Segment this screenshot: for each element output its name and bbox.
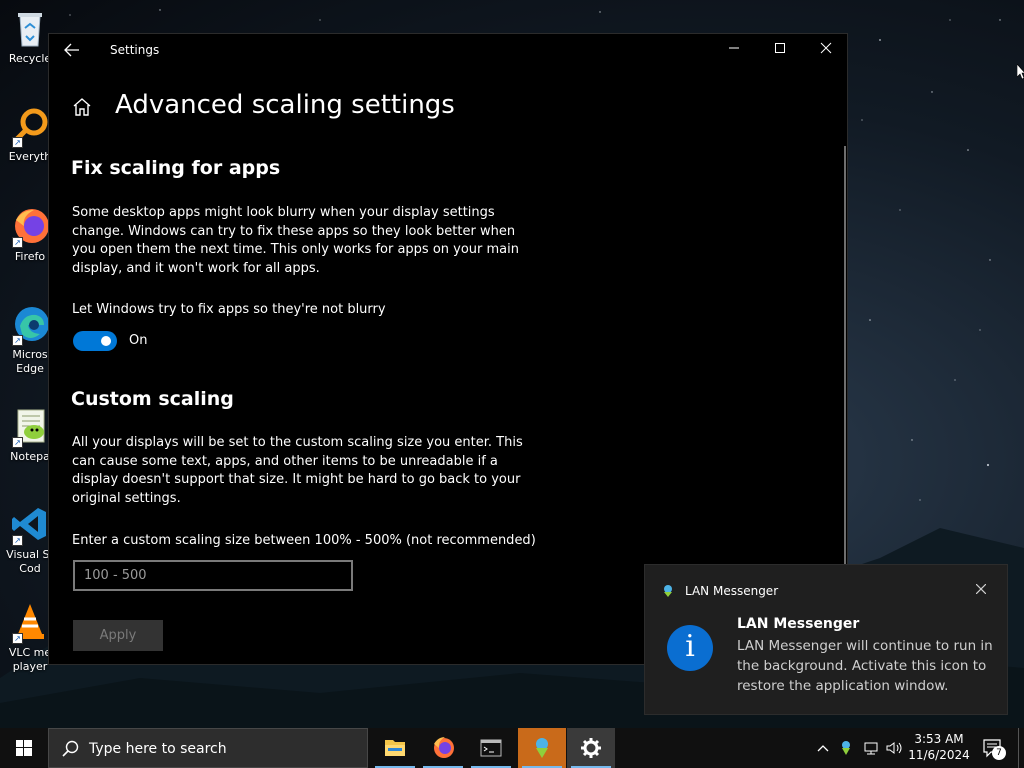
everything-search-icon: ↗	[10, 106, 50, 148]
taskbar-settings[interactable]	[567, 728, 615, 768]
mouse-cursor-icon	[1017, 64, 1024, 80]
settings-icon	[581, 738, 601, 758]
shortcut-arrow-icon: ↗	[12, 633, 23, 644]
firefox-icon: ↗	[10, 206, 50, 248]
close-button[interactable]	[803, 34, 849, 66]
volume-icon	[886, 742, 902, 754]
taskbar-file-explorer[interactable]	[371, 728, 419, 768]
toast-message: LAN Messenger will continue to run in th…	[737, 638, 993, 694]
lan-messenger-icon	[536, 738, 548, 758]
shortcut-arrow-icon: ↗	[12, 335, 23, 346]
tray-volume[interactable]	[884, 738, 904, 758]
taskbar-lan-messenger[interactable]	[518, 728, 566, 768]
apply-button[interactable]: Apply	[73, 620, 163, 651]
fix-scaling-description: Some desktop apps might look blurry when…	[72, 205, 520, 276]
toast-heading: LAN Messenger	[737, 616, 860, 632]
home-icon	[73, 98, 91, 116]
shortcut-arrow-icon: ↗	[12, 535, 23, 546]
clock-date: 11/6/2024	[908, 748, 970, 762]
network-icon	[864, 742, 878, 755]
recycle-bin-icon	[10, 8, 50, 48]
scrollbar[interactable]	[844, 146, 846, 564]
taskbar-search[interactable]: Type here to search	[48, 728, 368, 768]
show-hidden-icons-button[interactable]	[813, 738, 833, 758]
notepad-plus-plus-icon: ↗	[10, 406, 50, 448]
edge-icon: ↗	[10, 304, 50, 346]
search-placeholder: Type here to search	[89, 741, 227, 757]
notification-toast[interactable]: LAN Messenger i LAN Messenger LAN Messen…	[644, 564, 1008, 715]
lan-messenger-icon	[664, 585, 672, 597]
vscode-icon: ↗	[10, 504, 50, 546]
toast-close-button[interactable]	[972, 581, 990, 599]
toggle-knob	[101, 336, 111, 346]
taskbar-clock[interactable]: 3:53 AM 11/6/2024	[907, 731, 971, 763]
fix-apps-toggle-label: Let Windows try to fix apps so they're n…	[72, 302, 386, 317]
custom-scaling-section-title: Custom scaling	[71, 388, 234, 410]
toggle-state-text: On	[129, 333, 148, 348]
file-explorer-icon	[385, 740, 405, 756]
back-arrow-icon	[64, 43, 79, 57]
close-icon	[975, 583, 987, 595]
fix-apps-toggle[interactable]	[73, 331, 117, 351]
action-center-button[interactable]: 7	[978, 736, 1008, 762]
fix-scaling-section-title: Fix scaling for apps	[71, 157, 281, 179]
vlc-icon: ↗	[10, 602, 50, 644]
custom-scaling-input-label: Enter a custom scaling size between 100%…	[72, 533, 536, 548]
show-desktop-button[interactable]	[1018, 728, 1024, 768]
start-button[interactable]	[0, 728, 48, 768]
tray-network[interactable]	[861, 738, 881, 758]
custom-scaling-input[interactable]	[73, 560, 353, 591]
taskbar: Type here to search 3:53 AM 11/6/2024 7	[0, 728, 1024, 768]
maximize-icon	[775, 43, 785, 53]
window-title: Settings	[110, 43, 160, 57]
maximize-button[interactable]	[757, 34, 803, 66]
lan-messenger-icon	[842, 741, 850, 755]
info-icon: i	[667, 625, 713, 671]
search-icon	[62, 740, 79, 757]
terminal-icon	[480, 739, 502, 757]
page-title: Advanced scaling settings	[115, 90, 455, 120]
chevron-up-icon	[817, 745, 829, 752]
taskbar-terminal[interactable]	[467, 728, 515, 768]
taskbar-firefox[interactable]	[419, 728, 467, 768]
back-button[interactable]	[61, 40, 83, 60]
minimize-icon	[729, 47, 739, 49]
shortcut-arrow-icon: ↗	[12, 437, 23, 448]
minimize-button[interactable]	[711, 34, 757, 66]
title-bar[interactable]: Settings	[49, 34, 847, 66]
tray-lan-messenger[interactable]	[836, 738, 856, 758]
shortcut-arrow-icon: ↗	[12, 137, 23, 148]
notification-count-badge: 7	[992, 746, 1006, 760]
firefox-icon	[434, 737, 454, 758]
home-button[interactable]	[71, 96, 93, 118]
shortcut-arrow-icon: ↗	[12, 237, 23, 248]
custom-scaling-description: All your displays will be set to the cus…	[72, 435, 523, 506]
windows-logo-icon	[16, 740, 32, 756]
close-icon	[820, 42, 832, 54]
toast-app-name: LAN Messenger	[685, 584, 779, 598]
clock-time: 3:53 AM	[914, 732, 964, 746]
